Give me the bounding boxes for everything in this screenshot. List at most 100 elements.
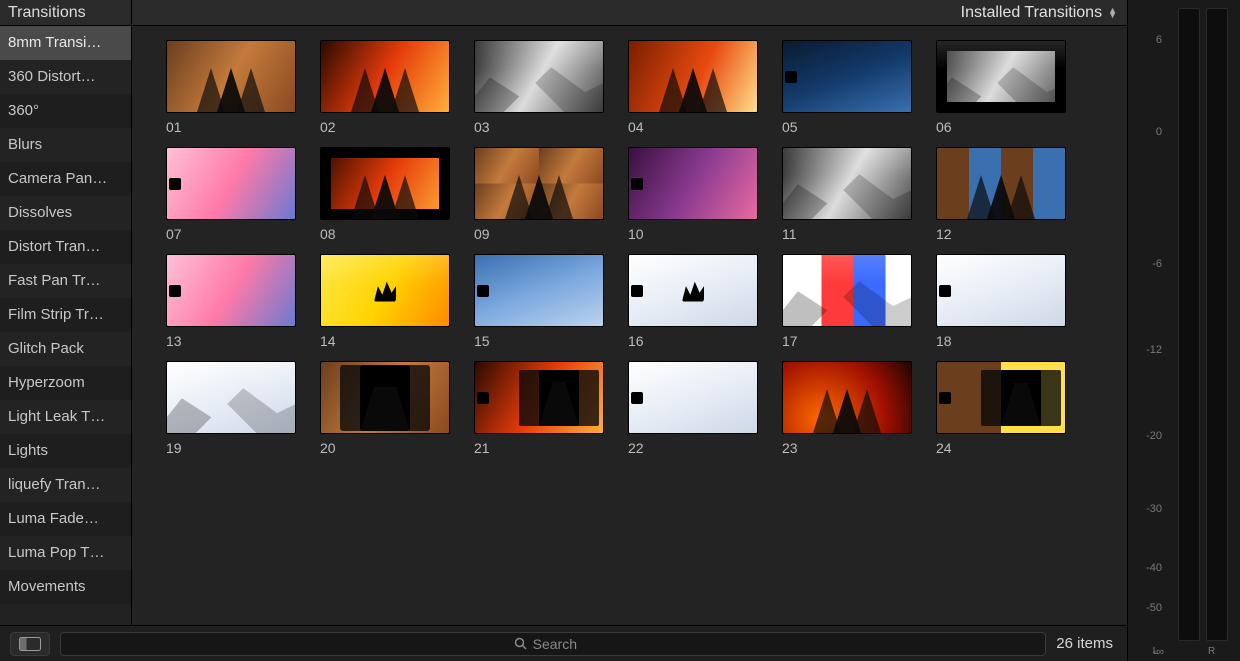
audio-meters: -∞ 60-6-12-20-30-40-50 L R [1128, 0, 1240, 661]
meter-bars: L R [1168, 0, 1240, 661]
transition-thumb[interactable]: 16 [628, 254, 758, 349]
transitions-browser: Installed Transitions ▲▼ 010203040506070… [132, 0, 1127, 625]
transition-thumb[interactable]: 18 [936, 254, 1066, 349]
thumb-label: 24 [936, 440, 1066, 456]
sidebar-item[interactable]: Luma Pop T… [0, 536, 131, 570]
meter-scale-label: 0 [1156, 126, 1162, 138]
meter-bar-right [1206, 8, 1228, 641]
sidebar-item[interactable]: Camera Pan… [0, 162, 131, 196]
thumb-label: 03 [474, 119, 604, 135]
meter-scale-label: -20 [1146, 430, 1162, 442]
thumb-label: 01 [166, 119, 296, 135]
thumb-label: 09 [474, 226, 604, 242]
thumb-label: 18 [936, 333, 1066, 349]
thumb-label: 23 [782, 440, 912, 456]
thumb-label: 06 [936, 119, 1066, 135]
sidebar-item[interactable]: Dissolves [0, 196, 131, 230]
search-input[interactable] [533, 636, 593, 652]
thumb-label: 11 [782, 226, 912, 242]
transition-thumb[interactable]: 19 [166, 361, 296, 456]
meter-scale-label: -12 [1146, 344, 1162, 356]
transition-thumb[interactable]: 17 [782, 254, 912, 349]
meter-scale-label: -30 [1146, 503, 1162, 515]
chevron-updown-icon: ▲▼ [1108, 8, 1117, 18]
sidebar: Transitions 8mm Transi…360 Distort…360°B… [0, 0, 132, 625]
browser-scroll[interactable]: 01 02 03 04 05 06 07 08 09 10 11 12 13 14 15 16 17 18 19 20… [132, 26, 1127, 625]
transition-thumb[interactable]: 21 [474, 361, 604, 456]
transition-thumb[interactable]: 13 [166, 254, 296, 349]
transition-thumb[interactable]: 04 [628, 40, 758, 135]
meter-scale-label: -40 [1146, 562, 1162, 574]
browser-header: Installed Transitions ▲▼ [132, 0, 1127, 26]
sidebar-item[interactable]: Distort Tran… [0, 230, 131, 264]
thumb-label: 02 [320, 119, 450, 135]
transition-thumb[interactable]: 10 [628, 147, 758, 242]
thumb-label: 20 [320, 440, 450, 456]
thumb-label: 10 [628, 226, 758, 242]
sidebar-item[interactable]: Blurs [0, 128, 131, 162]
thumb-label: 07 [166, 226, 296, 242]
transition-thumb[interactable]: 02 [320, 40, 450, 135]
meter-channel-labels: L R [1128, 646, 1240, 657]
meter-scale-label: 6 [1156, 34, 1162, 46]
thumb-label: 15 [474, 333, 604, 349]
layout-icon [19, 637, 41, 651]
filter-dropdown[interactable]: Installed Transitions ▲▼ [961, 4, 1117, 22]
sidebar-item[interactable]: Fast Pan Tr… [0, 264, 131, 298]
footer: 26 items [0, 625, 1127, 661]
main-area: Transitions 8mm Transi…360 Distort…360°B… [0, 0, 1128, 661]
item-count: 26 items [1056, 635, 1117, 652]
thumb-label: 12 [936, 226, 1066, 242]
transition-thumb[interactable]: 07 [166, 147, 296, 242]
meter-scale-label: -50 [1146, 602, 1162, 614]
thumb-label: 04 [628, 119, 758, 135]
transition-thumb[interactable]: 08 [320, 147, 450, 242]
sidebar-item[interactable]: Hyperzoom [0, 366, 131, 400]
transition-thumb[interactable]: 14 [320, 254, 450, 349]
sidebar-item[interactable]: Glitch Pack [0, 332, 131, 366]
sidebar-item[interactable]: Luma Fade… [0, 502, 131, 536]
thumb-label: 08 [320, 226, 450, 242]
sidebar-item[interactable]: 8mm Transi… [0, 26, 131, 60]
layout-toggle-button[interactable] [10, 632, 50, 656]
transition-thumb[interactable]: 03 [474, 40, 604, 135]
transition-thumb[interactable]: 20 [320, 361, 450, 456]
sidebar-item[interactable]: Movements [0, 570, 131, 604]
sidebar-title: Transitions [0, 0, 131, 26]
sidebar-item[interactable]: liquefy Tran… [0, 468, 131, 502]
filter-label: Installed Transitions [961, 4, 1102, 22]
transition-thumb[interactable]: 11 [782, 147, 912, 242]
transition-thumb[interactable]: 05 [782, 40, 912, 135]
content-row: Transitions 8mm Transi…360 Distort…360°B… [0, 0, 1127, 625]
transition-thumb[interactable]: 15 [474, 254, 604, 349]
sidebar-item[interactable]: Light Leak T… [0, 400, 131, 434]
thumb-label: 13 [166, 333, 296, 349]
transition-thumb[interactable]: 06 [936, 40, 1066, 135]
thumb-label: 14 [320, 333, 450, 349]
transition-thumb[interactable]: 24 [936, 361, 1066, 456]
meter-channel-r: R [1208, 646, 1215, 657]
transition-thumb[interactable]: 09 [474, 147, 604, 242]
search-icon [514, 637, 527, 650]
transition-thumb[interactable]: 23 [782, 361, 912, 456]
meter-scale-label: -6 [1152, 258, 1162, 270]
sidebar-item[interactable]: Lights [0, 434, 131, 468]
thumb-label: 17 [782, 333, 912, 349]
transition-thumb[interactable]: 12 [936, 147, 1066, 242]
thumb-label: 16 [628, 333, 758, 349]
transition-thumb[interactable]: 01 [166, 40, 296, 135]
thumb-label: 21 [474, 440, 604, 456]
sidebar-item[interactable]: 360 Distort… [0, 60, 131, 94]
meter-channel-l: L [1153, 646, 1159, 657]
sidebar-list: 8mm Transi…360 Distort…360°BlursCamera P… [0, 26, 131, 625]
thumb-label: 19 [166, 440, 296, 456]
sidebar-item[interactable]: Film Strip Tr… [0, 298, 131, 332]
transition-thumb[interactable]: 22 [628, 361, 758, 456]
thumb-label: 05 [782, 119, 912, 135]
app-root: Transitions 8mm Transi…360 Distort…360°B… [0, 0, 1240, 661]
sidebar-item[interactable]: 360° [0, 94, 131, 128]
thumbnail-grid: 01 02 03 04 05 06 07 08 09 10 11 12 13 14 15 16 17 18 19 20… [166, 40, 1127, 456]
meter-scale: -∞ 60-6-12-20-30-40-50 [1128, 0, 1168, 661]
search-field[interactable] [60, 632, 1046, 656]
meter-bar-left [1178, 8, 1200, 641]
